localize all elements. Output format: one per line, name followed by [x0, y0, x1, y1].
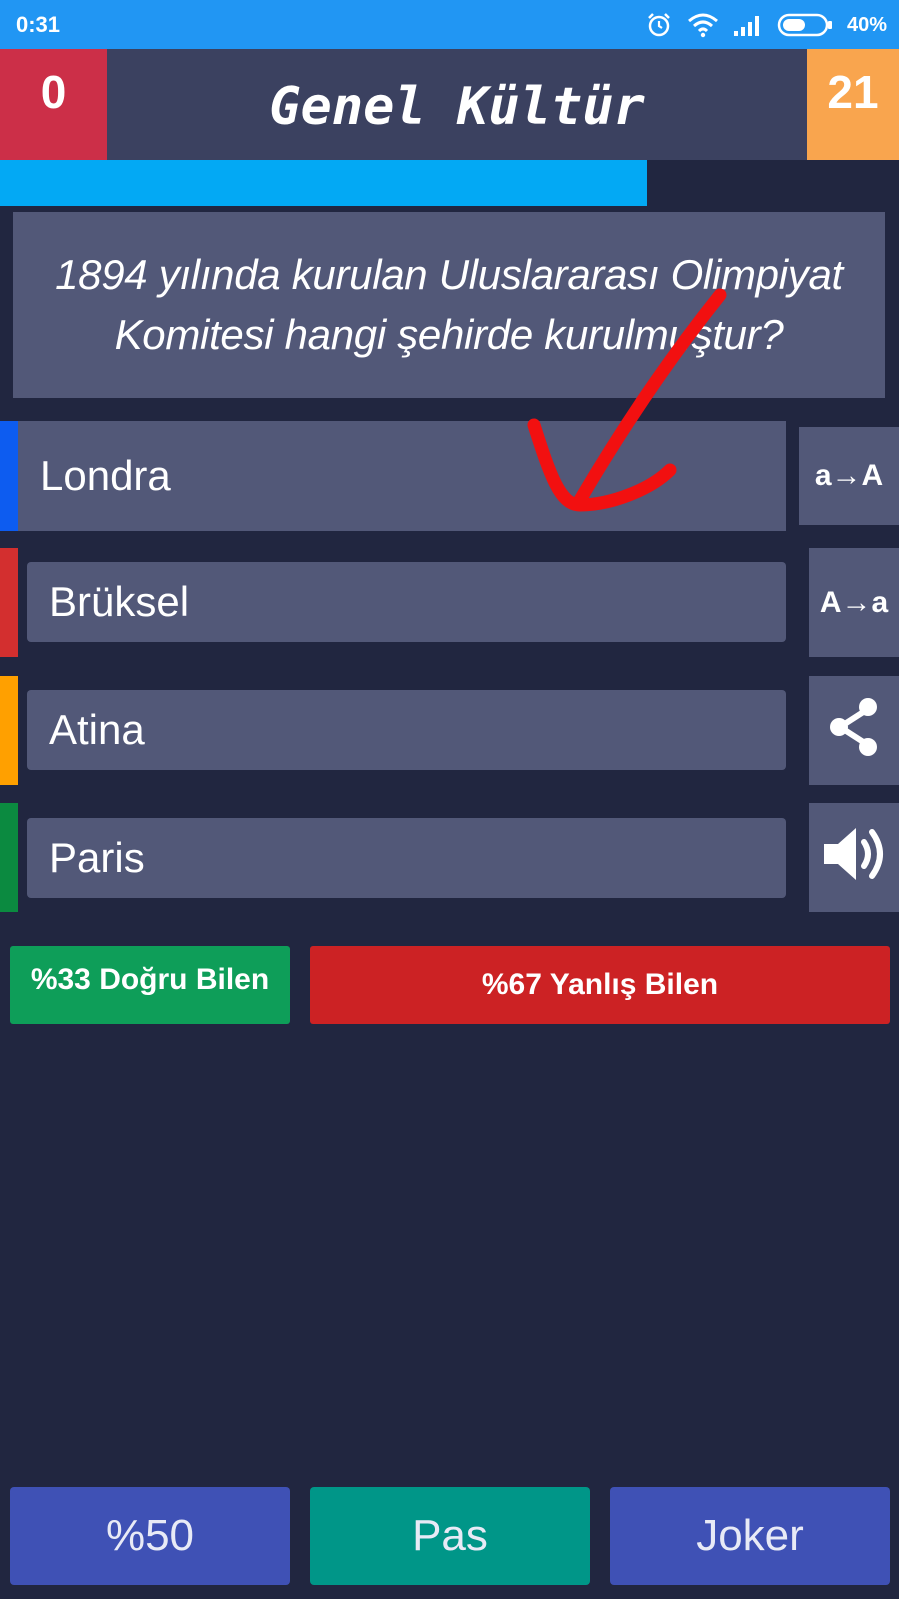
wifi-icon [687, 12, 719, 38]
decrease-font-button[interactable]: A→a [809, 548, 899, 657]
speaker-icon [818, 818, 890, 898]
red-arrow-annotation [520, 285, 740, 530]
increase-font-button[interactable]: a→A [799, 427, 899, 525]
question-counter: 21 [807, 49, 899, 160]
answer-option-d[interactable]: Paris [27, 818, 786, 898]
decrease-font-label: A→a [819, 585, 889, 619]
wrong-percent-bar: %67 Yanlış Bilen [310, 946, 890, 1024]
share-button[interactable] [809, 676, 899, 785]
status-time: 0:31 [16, 12, 61, 37]
timer-progress-bar [0, 160, 899, 206]
battery-icon [777, 12, 833, 38]
fifty-fifty-button[interactable]: %50 [10, 1487, 290, 1585]
share-icon [826, 695, 882, 767]
correct-percent-bar: %33 Doğru Bilen [10, 946, 290, 1024]
answer-d-color-stripe [0, 803, 18, 912]
header-bar: 0 Genel Kültür 21 [0, 49, 899, 160]
answer-b-color-stripe [0, 548, 18, 657]
answer-option-b[interactable]: Brüksel [27, 562, 786, 642]
correct-score: 0 [0, 49, 107, 160]
signal-icon [733, 13, 763, 37]
status-bar: 0:31 40% [0, 0, 899, 49]
answer-option-c[interactable]: Atina [27, 690, 786, 770]
alarm-icon [645, 11, 673, 39]
sound-button[interactable] [809, 803, 899, 912]
joker-button[interactable]: Joker [610, 1487, 890, 1585]
category-title: Genel Kültür [269, 76, 645, 137]
battery-percent: 40% [846, 13, 887, 36]
answer-a-color-stripe [0, 421, 18, 531]
status-icons: 40% [645, 10, 887, 40]
pass-button[interactable]: Pas [310, 1487, 590, 1585]
quiz-screen: 0:31 40% 0 Genel Kültür 21 1894 yılında … [0, 0, 899, 1599]
increase-font-label: a→A [814, 459, 884, 492]
timer-progress-fill [0, 160, 648, 206]
answer-c-color-stripe [0, 676, 18, 785]
question-text: 1894 yılında kurulan Uluslararası Olimpi… [13, 212, 885, 398]
